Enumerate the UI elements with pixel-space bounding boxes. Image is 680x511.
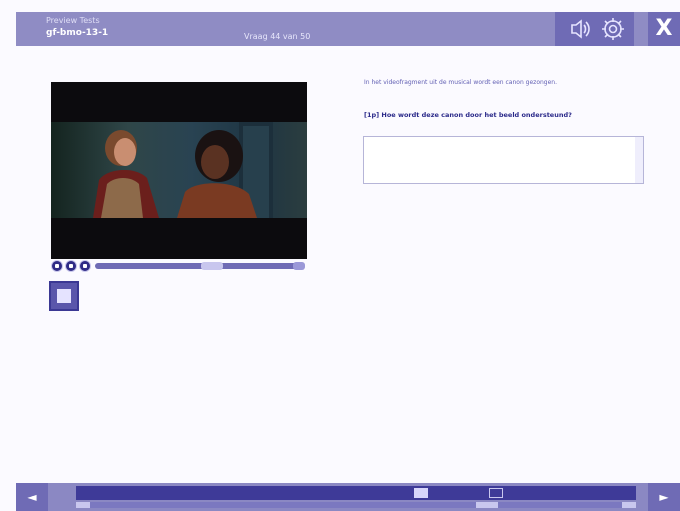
test-code: gf-bmo-13-1: [46, 28, 109, 38]
header-tools: [555, 12, 634, 46]
page-button[interactable]: [452, 488, 466, 498]
answer-scrollbar[interactable]: [635, 137, 643, 183]
page-button[interactable]: [564, 488, 578, 498]
next-question-button[interactable]: ►: [648, 483, 680, 511]
page-button[interactable]: [582, 488, 596, 498]
page-scroll-right[interactable]: [622, 502, 636, 508]
page-button[interactable]: [228, 488, 242, 498]
page-button[interactable]: [302, 488, 316, 498]
page-button[interactable]: [508, 488, 522, 498]
question-progress: Vraag 44 van 50: [244, 32, 311, 41]
video-camera-icon: [57, 289, 71, 303]
page-button[interactable]: [265, 488, 279, 498]
page-button[interactable]: [489, 488, 503, 498]
page-button[interactable]: [97, 488, 111, 498]
play-button[interactable]: [51, 260, 63, 272]
volume-slider[interactable]: [293, 262, 305, 270]
page-button[interactable]: [340, 488, 354, 498]
video-camera-button[interactable]: [49, 281, 79, 311]
page-button[interactable]: [414, 488, 428, 498]
page-button[interactable]: [190, 488, 204, 498]
page-button[interactable]: [396, 488, 410, 498]
page-button[interactable]: [134, 488, 148, 498]
seek-thumb[interactable]: [201, 262, 223, 270]
video-frame: [51, 122, 307, 218]
seek-bar[interactable]: [95, 262, 305, 270]
prev-question-button[interactable]: ◄: [16, 483, 48, 511]
stop-button[interactable]: [79, 260, 91, 272]
page-button[interactable]: [209, 488, 223, 498]
page-button[interactable]: [246, 488, 260, 498]
question-page-strip: [76, 486, 636, 500]
page-button[interactable]: [284, 488, 298, 498]
page-button[interactable]: [601, 488, 615, 498]
question-prompt: [1p] Hoe wordt deze canon door het beeld…: [364, 111, 572, 119]
page-strip-scrollbar[interactable]: [76, 502, 636, 508]
gear-icon[interactable]: [599, 16, 627, 42]
question-navigation: ◄ ►: [16, 483, 680, 511]
answer-textarea[interactable]: [363, 136, 644, 184]
question-intro: In het videofragment uit de musical word…: [364, 79, 558, 86]
video-controls: [51, 259, 307, 273]
close-button[interactable]: X: [648, 12, 680, 46]
page-button[interactable]: [116, 488, 130, 498]
speaker-icon[interactable]: [565, 16, 593, 42]
page-button[interactable]: [78, 488, 92, 498]
page-button[interactable]: [526, 488, 540, 498]
page-button[interactable]: [470, 488, 484, 498]
page-scroll-thumb[interactable]: [476, 502, 498, 508]
pause-button[interactable]: [65, 260, 77, 272]
page-button[interactable]: [545, 488, 559, 498]
page-scroll-left[interactable]: [76, 502, 90, 508]
page-button[interactable]: [358, 488, 372, 498]
video-player[interactable]: [51, 82, 307, 259]
page-button[interactable]: [377, 488, 391, 498]
page-button[interactable]: [153, 488, 167, 498]
test-title: Preview Tests: [46, 16, 100, 25]
page-button[interactable]: [321, 488, 335, 498]
top-bar: Preview Tests gf-bmo-13-1 Vraag 44 van 5…: [16, 12, 680, 46]
page-button[interactable]: [172, 488, 186, 498]
page-button[interactable]: [620, 488, 634, 498]
page-button[interactable]: [433, 488, 447, 498]
